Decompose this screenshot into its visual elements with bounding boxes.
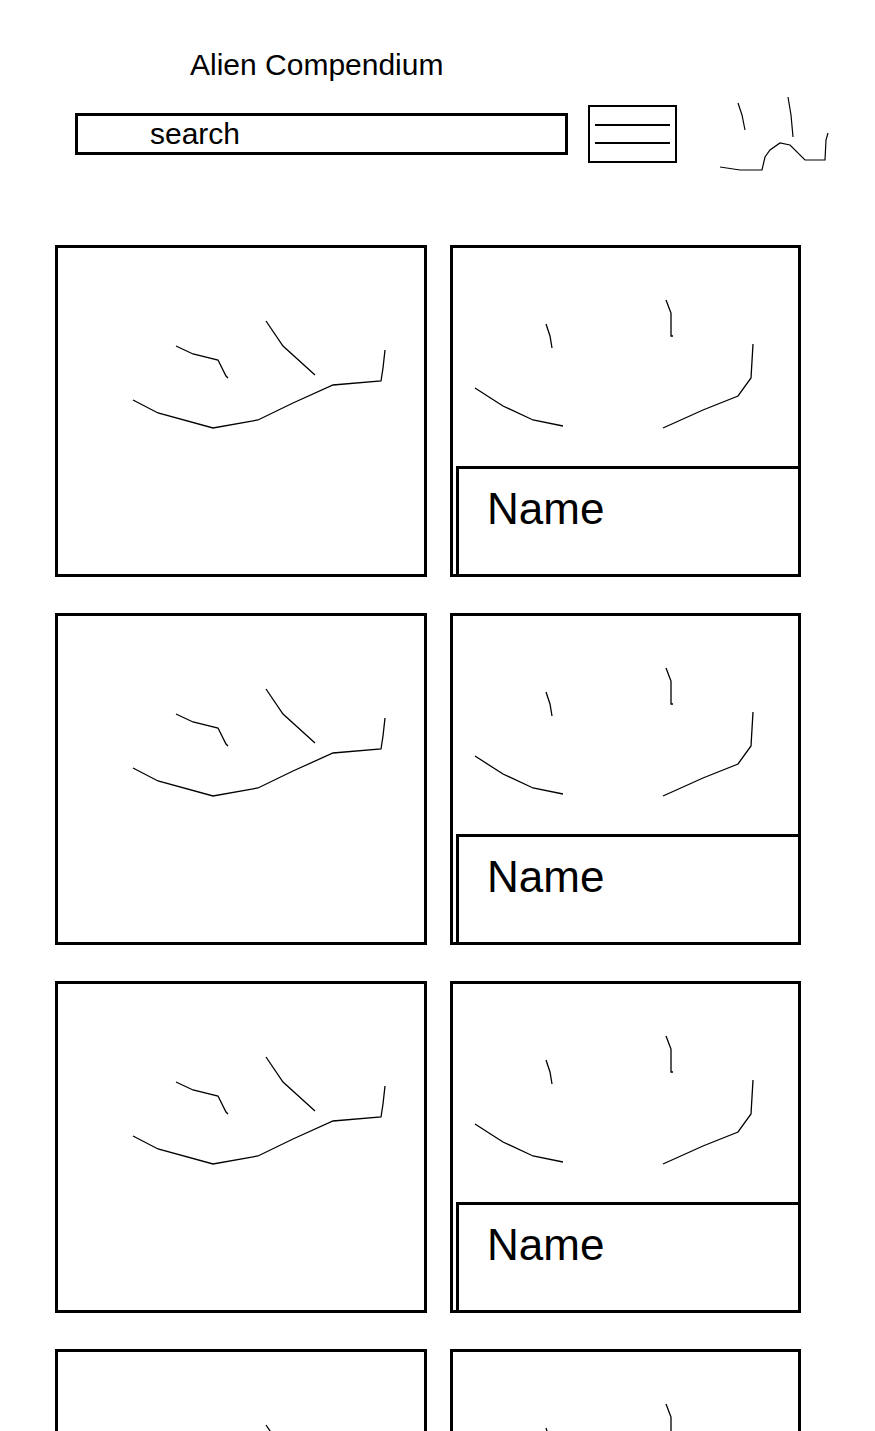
search-field[interactable] [75,113,568,155]
alien-profile-icon [58,616,424,942]
alien-front-icon [453,248,798,466]
alien-name: Name [456,466,798,574]
menu-line-icon [595,124,670,126]
alien-card[interactable] [55,613,427,945]
alien-grid: Name Name Name [0,245,875,1431]
header: Alien Compendium [0,0,875,172]
app-page: Alien Compendium Name Name Name [0,0,875,1431]
alien-name: Name [456,1202,798,1310]
app-title: Alien Compendium [190,45,875,85]
alien-logo-icon[interactable] [720,95,830,172]
alien-profile-icon [58,1352,424,1431]
alien-name: Name [456,834,798,942]
menu-line-icon [595,142,670,144]
alien-profile-icon [58,248,424,574]
alien-card[interactable] [450,1349,801,1431]
menu-button[interactable] [588,105,677,163]
alien-card[interactable] [55,981,427,1313]
alien-card[interactable] [55,245,427,577]
alien-front-icon [453,1352,798,1431]
alien-card[interactable] [55,1349,427,1431]
alien-front-icon [453,616,798,834]
alien-front-icon [453,984,798,1202]
toolbar [0,95,875,172]
alien-card[interactable]: Name [450,613,801,945]
alien-card[interactable]: Name [450,981,801,1313]
alien-card[interactable]: Name [450,245,801,577]
alien-profile-icon [58,984,424,1310]
search-input[interactable] [78,116,565,152]
